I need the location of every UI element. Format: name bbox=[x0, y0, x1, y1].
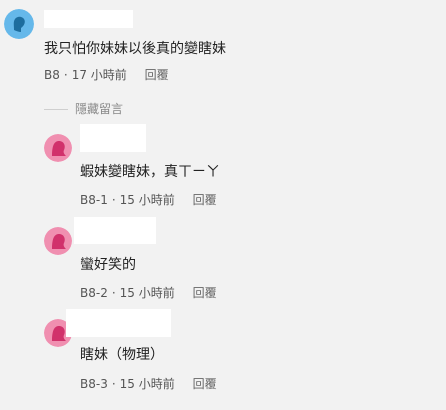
comment-text: 瞎妹（物理） bbox=[80, 347, 164, 363]
floor-number: B8-3 bbox=[80, 377, 108, 391]
comment-text: 蠻好笑的 bbox=[80, 257, 136, 273]
comment-meta: B8 · 17 小時前 回覆 bbox=[44, 67, 169, 83]
meta-separator: · bbox=[63, 68, 68, 82]
user-avatar-pink-icon[interactable] bbox=[44, 134, 72, 162]
comment-meta: B8-2 · 15 小時前 回覆 bbox=[80, 285, 217, 301]
user-avatar-blue-icon[interactable] bbox=[4, 9, 34, 39]
meta-separator: · bbox=[111, 193, 116, 207]
comment-meta: B8-3 · 15 小時前 回覆 bbox=[80, 376, 217, 392]
timestamp: 15 小時前 bbox=[119, 377, 175, 391]
timestamp: 15 小時前 bbox=[119, 286, 175, 300]
meta-separator: · bbox=[111, 286, 116, 300]
reply-button[interactable]: 回覆 bbox=[193, 377, 217, 391]
meta-separator: · bbox=[111, 377, 116, 391]
divider bbox=[44, 109, 68, 110]
floor-number: B8-2 bbox=[80, 286, 108, 300]
username-redacted bbox=[66, 309, 171, 337]
timestamp: 15 小時前 bbox=[119, 193, 175, 207]
reply-button[interactable]: 回覆 bbox=[193, 286, 217, 300]
comment-meta: B8-1 · 15 小時前 回覆 bbox=[80, 192, 217, 208]
comment-text: 我只怕你妹妹以後真的變瞎妹 bbox=[44, 41, 226, 57]
username-redacted bbox=[80, 124, 146, 152]
floor-number: B8-1 bbox=[80, 193, 108, 207]
username-redacted bbox=[74, 217, 156, 244]
reply-button[interactable]: 回覆 bbox=[145, 68, 169, 82]
floor-number: B8 bbox=[44, 68, 60, 82]
user-avatar-pink-icon[interactable] bbox=[44, 227, 72, 255]
username-redacted bbox=[44, 10, 133, 28]
comment-text: 蝦妹變瞎妹，真ㄒㄧㄚ bbox=[80, 164, 220, 180]
hide-replies-button[interactable]: 隱藏留言 bbox=[75, 101, 123, 117]
reply-button[interactable]: 回覆 bbox=[193, 193, 217, 207]
timestamp: 17 小時前 bbox=[71, 68, 127, 82]
